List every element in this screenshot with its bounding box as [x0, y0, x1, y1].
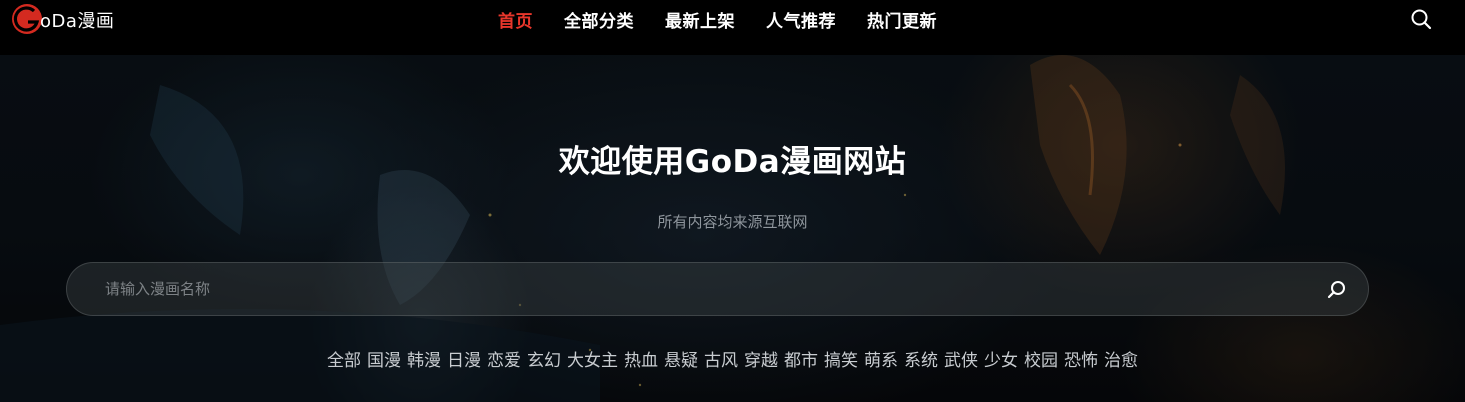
tag-comedy[interactable]: 搞笑: [824, 346, 858, 371]
main-nav: 首页 全部分类 最新上架 人气推荐 热门更新: [498, 0, 937, 38]
tag-horror[interactable]: 恐怖: [1064, 346, 1098, 371]
hero-banner: 欢迎使用GoDa漫画网站 所有内容均来源互联网 全部 国漫 韩漫 日漫 恋爱 玄…: [0, 55, 1465, 402]
nav-all-categories[interactable]: 全部分类: [564, 7, 634, 32]
search-icon[interactable]: [1409, 7, 1433, 31]
logo-mark-icon: [12, 4, 42, 34]
hero-content: 欢迎使用GoDa漫画网站 所有内容均来源互联网 全部 国漫 韩漫 日漫 恋爱 玄…: [0, 55, 1465, 402]
tag-wuxia[interactable]: 武侠: [944, 346, 978, 371]
tag-riman[interactable]: 日漫: [447, 346, 481, 371]
search-icon[interactable]: [1325, 278, 1349, 302]
top-navbar: oDa漫画 首页 全部分类 最新上架 人气推荐 热门更新: [0, 0, 1465, 55]
hero-subtitle: 所有内容均来源互联网: [657, 213, 808, 231]
site-logo[interactable]: oDa漫画: [10, 3, 114, 35]
nav-hot-updates[interactable]: 热门更新: [867, 7, 937, 32]
tag-school[interactable]: 校园: [1024, 346, 1058, 371]
comic-search-bar: [66, 262, 1369, 316]
tag-healing[interactable]: 治愈: [1104, 346, 1138, 371]
nav-popular[interactable]: 人气推荐: [766, 7, 836, 32]
hero-title: 欢迎使用GoDa漫画网站: [558, 144, 907, 180]
tag-system[interactable]: 系统: [904, 346, 938, 371]
tag-romance[interactable]: 恋爱: [487, 346, 521, 371]
tag-guoman[interactable]: 国漫: [367, 346, 401, 371]
tag-all[interactable]: 全部: [327, 346, 361, 371]
tag-fantasy[interactable]: 玄幻: [527, 346, 561, 371]
tag-ancient[interactable]: 古风: [704, 346, 738, 371]
tag-hanman[interactable]: 韩漫: [407, 346, 441, 371]
tag-mystery[interactable]: 悬疑: [664, 346, 698, 371]
tag-action[interactable]: 热血: [624, 346, 658, 371]
tag-urban[interactable]: 都市: [784, 346, 818, 371]
nav-latest[interactable]: 最新上架: [665, 7, 735, 32]
logo-text: oDa漫画: [40, 11, 115, 32]
tag-shoujo[interactable]: 少女: [984, 346, 1018, 371]
tag-time-travel[interactable]: 穿越: [744, 346, 778, 371]
comic-search-input[interactable]: [105, 263, 1285, 315]
category-tags: 全部 国漫 韩漫 日漫 恋爱 玄幻 大女主 热血 悬疑 古风 穿越 都市 搞笑 …: [0, 346, 1465, 371]
tag-heroine[interactable]: 大女主: [567, 346, 618, 371]
nav-home[interactable]: 首页: [498, 7, 533, 32]
tag-cute[interactable]: 萌系: [864, 346, 898, 371]
